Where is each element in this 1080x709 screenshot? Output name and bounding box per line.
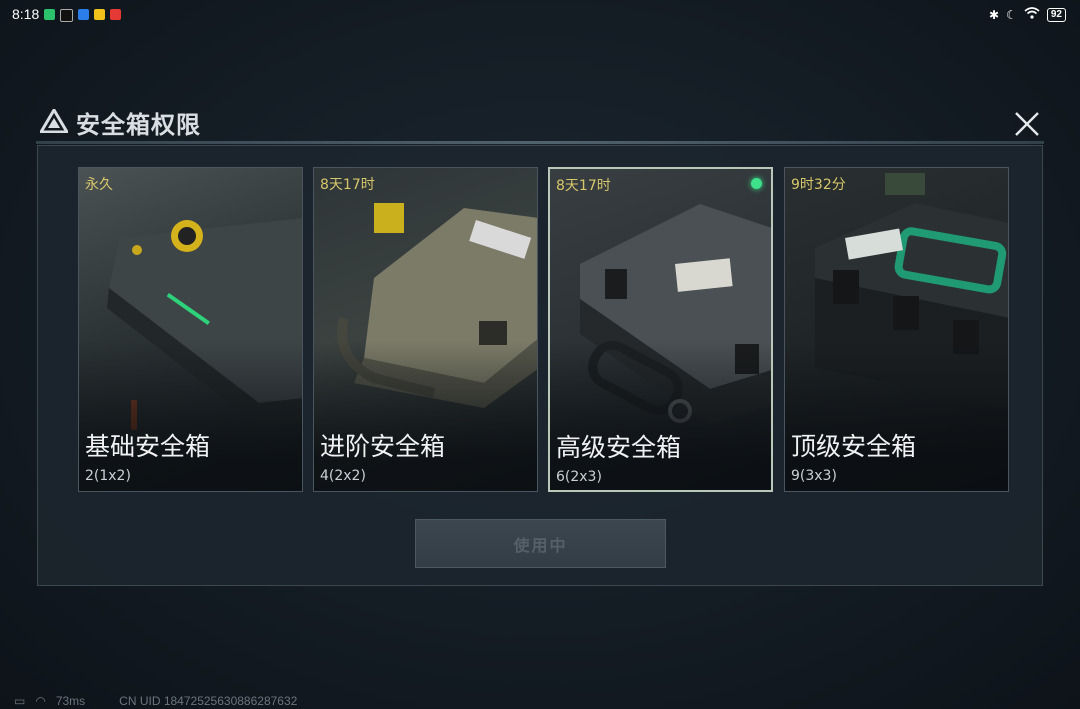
app-yellow-icon: [94, 9, 105, 20]
app-red-icon: [110, 9, 121, 20]
card-capacity: 6(2x3): [556, 469, 602, 485]
uid-text: CN UID 18472525630886287632: [119, 694, 298, 708]
close-icon[interactable]: [1012, 109, 1042, 139]
safe-box-card-top[interactable]: 9时32分 顶级安全箱 9(3x3): [784, 167, 1009, 492]
wifi-signal-icon: ◠: [35, 694, 46, 708]
in-use-button[interactable]: 使用中: [415, 519, 666, 568]
card-capacity: 2(1x2): [85, 468, 131, 484]
tiktok-icon: [60, 9, 73, 22]
app-blue-icon: [78, 9, 89, 20]
notification-icons: [44, 9, 121, 22]
wechat-icon: [44, 9, 55, 20]
active-indicator-dot: [751, 178, 762, 189]
ping-value: 73ms: [55, 694, 86, 708]
dialog-header: 安全箱权限: [36, 103, 1044, 141]
card-name: 基础安全箱: [85, 432, 211, 461]
card-duration: 永久: [85, 177, 113, 193]
device-icon: ▭: [14, 694, 26, 708]
safe-box-card-advanced[interactable]: 8天17时 进阶安全箱 4(2x2): [313, 167, 538, 492]
battery-indicator: 92: [1046, 7, 1066, 22]
card-name: 进阶安全箱: [320, 432, 446, 461]
card-capacity: 9(3x3): [791, 468, 837, 484]
system-tray: ✱ ☾ 92: [989, 7, 1066, 22]
safe-box-card-basic[interactable]: 永久 基础安全箱 2(1x2): [78, 167, 303, 492]
safe-box-logo-icon: [40, 109, 68, 133]
card-capacity: 4(2x2): [320, 468, 366, 484]
status-bar: 8:18 ✱ ☾ 92: [0, 0, 1080, 30]
bluetooth-icon: ✱: [989, 7, 1000, 22]
moon-icon: ☾: [1006, 7, 1017, 22]
wifi-icon: [1024, 7, 1040, 22]
card-duration: 8天17时: [556, 178, 611, 194]
card-name: 顶级安全箱: [791, 432, 917, 461]
footer-info: ▭ ◠ 73ms CN UID 18472525630886287632: [14, 694, 297, 708]
card-name: 高级安全箱: [556, 433, 682, 462]
dialog-title: 安全箱权限: [76, 111, 201, 139]
header-divider: [36, 141, 1044, 144]
card-shade: [550, 340, 771, 490]
card-duration: 9时32分: [791, 177, 846, 193]
clock: 8:18: [12, 6, 40, 22]
card-duration: 8天17时: [320, 177, 375, 193]
safe-box-card-premium[interactable]: 8天17时 高级安全箱 6(2x3): [548, 167, 773, 492]
